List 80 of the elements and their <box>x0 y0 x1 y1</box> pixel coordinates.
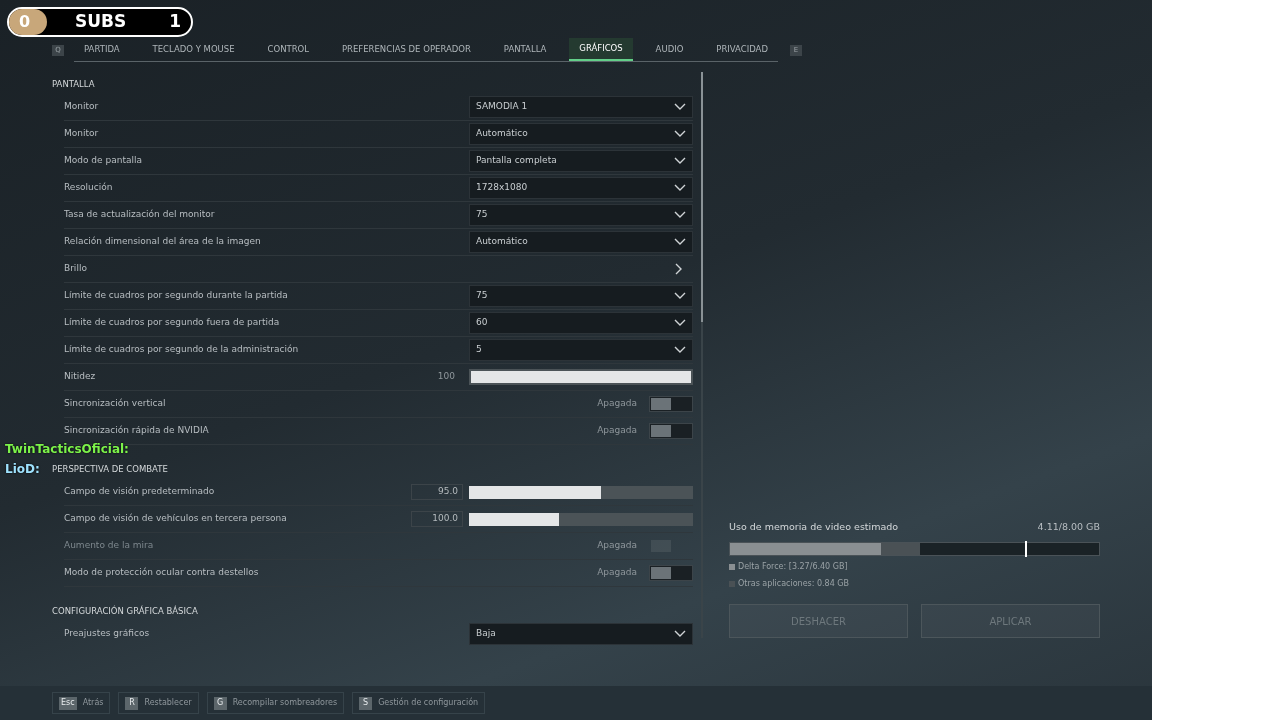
dropdown[interactable]: SAMODIA 1 <box>469 96 693 118</box>
setting-label: Campo de visión de vehículos en tercera persona <box>64 512 287 526</box>
tab[interactable]: PANTALLA <box>493 38 557 61</box>
setting-label: Límite de cuadros por segundo de la administración <box>64 343 299 357</box>
tab[interactable]: TECLADO Y MOUSE <box>142 38 245 61</box>
chevron-down-icon <box>674 630 686 638</box>
setting-label: Campo de visión predeterminado <box>64 485 215 499</box>
footer-action[interactable]: S Gestión de configuración <box>352 692 486 714</box>
chevron-down-icon <box>674 238 686 246</box>
tab[interactable]: AUDIO <box>645 38 694 61</box>
setting-label: Brillo <box>64 262 87 276</box>
subs-count: 0 <box>9 9 47 35</box>
setting-label: Monitor <box>64 127 99 141</box>
key-hint: G <box>213 696 227 710</box>
subs-label: SUBS <box>75 10 127 34</box>
toggle-switch[interactable] <box>649 396 693 412</box>
setting-label: Límite de cuadros por segundo durante la partida <box>64 289 288 303</box>
setting-label: Tasa de actualización del monitor <box>64 208 215 222</box>
toggle-switch[interactable] <box>649 423 693 439</box>
key-hint: Esc <box>59 696 77 710</box>
dropdown[interactable]: 5 <box>469 339 693 361</box>
slider-track[interactable] <box>469 485 693 499</box>
dropdown[interactable]: Automático <box>469 231 693 253</box>
chevron-down-icon <box>674 292 686 300</box>
chevron-down-icon <box>674 157 686 165</box>
dropdown[interactable]: 60 <box>469 312 693 334</box>
slider-track[interactable] <box>469 512 693 526</box>
tab[interactable]: PREFERENCIAS DE OPERADOR <box>331 38 481 61</box>
tab[interactable]: PARTIDA <box>74 38 130 61</box>
memory-total: 4.11/8.00 GB <box>1037 520 1100 534</box>
toggle-state: Apagada <box>597 539 637 553</box>
key-hint: R <box>125 696 139 710</box>
slider-value: 100 <box>437 370 455 384</box>
section-title: PERSPECTIVA DE COMBATE <box>52 464 168 474</box>
chevron-right-icon[interactable] <box>675 263 683 275</box>
footer-action[interactable]: R Restablecer <box>118 692 199 714</box>
toggle-state: Apagada <box>597 566 637 580</box>
setting-label: Modo de pantalla <box>64 154 142 168</box>
value-field[interactable]: 95.0 <box>411 484 463 500</box>
key-hint: S <box>359 696 373 710</box>
setting-label: Modo de protección ocular contra destellos <box>64 566 259 580</box>
setting-label: Sincronización rápida de NVIDIA <box>64 424 209 438</box>
chevron-down-icon <box>674 130 686 138</box>
chevron-down-icon <box>674 103 686 111</box>
section-title: CONFIGURACIÓN GRÁFICA BÁSICA <box>52 606 198 616</box>
footer-action[interactable]: Esc Atrás <box>52 692 111 714</box>
value-field[interactable]: 100.0 <box>411 511 463 527</box>
dropdown[interactable]: Automático <box>469 123 693 145</box>
dropdown[interactable]: Baja <box>469 623 693 645</box>
tab[interactable]: PRIVACIDAD <box>706 38 778 61</box>
chevron-down-icon <box>674 346 686 354</box>
chevron-down-icon <box>674 184 686 192</box>
dropdown[interactable]: 75 <box>469 285 693 307</box>
tab[interactable]: GRÁFICOS <box>569 38 633 61</box>
legend-label: Delta Force: [3.27/6.40 GB] <box>738 561 848 574</box>
chevron-down-icon <box>674 319 686 327</box>
tab[interactable]: CONTROL <box>257 38 319 61</box>
memory-title: Uso de memoria de video estimado <box>729 520 899 534</box>
dropdown[interactable]: 1728x1080 <box>469 177 693 199</box>
chat-username: LioD: <box>5 461 40 478</box>
legend-label: Otras aplicaciones: 0.84 GB <box>738 578 850 591</box>
subs-goal: 1 <box>169 10 181 34</box>
setting-label: Preajustes gráficos <box>64 627 150 641</box>
setting-label: Sincronización vertical <box>64 397 166 411</box>
chevron-down-icon <box>674 211 686 219</box>
toggle-switch[interactable] <box>649 565 693 581</box>
dropdown[interactable]: Pantalla completa <box>469 150 693 172</box>
section-title: PANTALLA <box>52 79 95 89</box>
setting-label: Nitidez <box>64 370 96 384</box>
dropdown[interactable]: 75 <box>469 204 693 226</box>
setting-label: Monitor <box>64 100 99 114</box>
toggle-state: Apagada <box>597 424 637 438</box>
setting-label: Aumento de la mira <box>64 539 154 553</box>
scrollbar[interactable] <box>701 72 703 638</box>
setting-label: Límite de cuadros por segundo fuera de partida <box>64 316 280 330</box>
setting-label: Relación dimensional del área de la imagen <box>64 235 261 249</box>
footer-action[interactable]: G Recompilar sombreadores <box>206 692 345 714</box>
chat-username: TwinTacticsOficial: <box>5 441 129 458</box>
toggle-state: Apagada <box>597 397 637 411</box>
setting-label: Resolución <box>64 181 113 195</box>
